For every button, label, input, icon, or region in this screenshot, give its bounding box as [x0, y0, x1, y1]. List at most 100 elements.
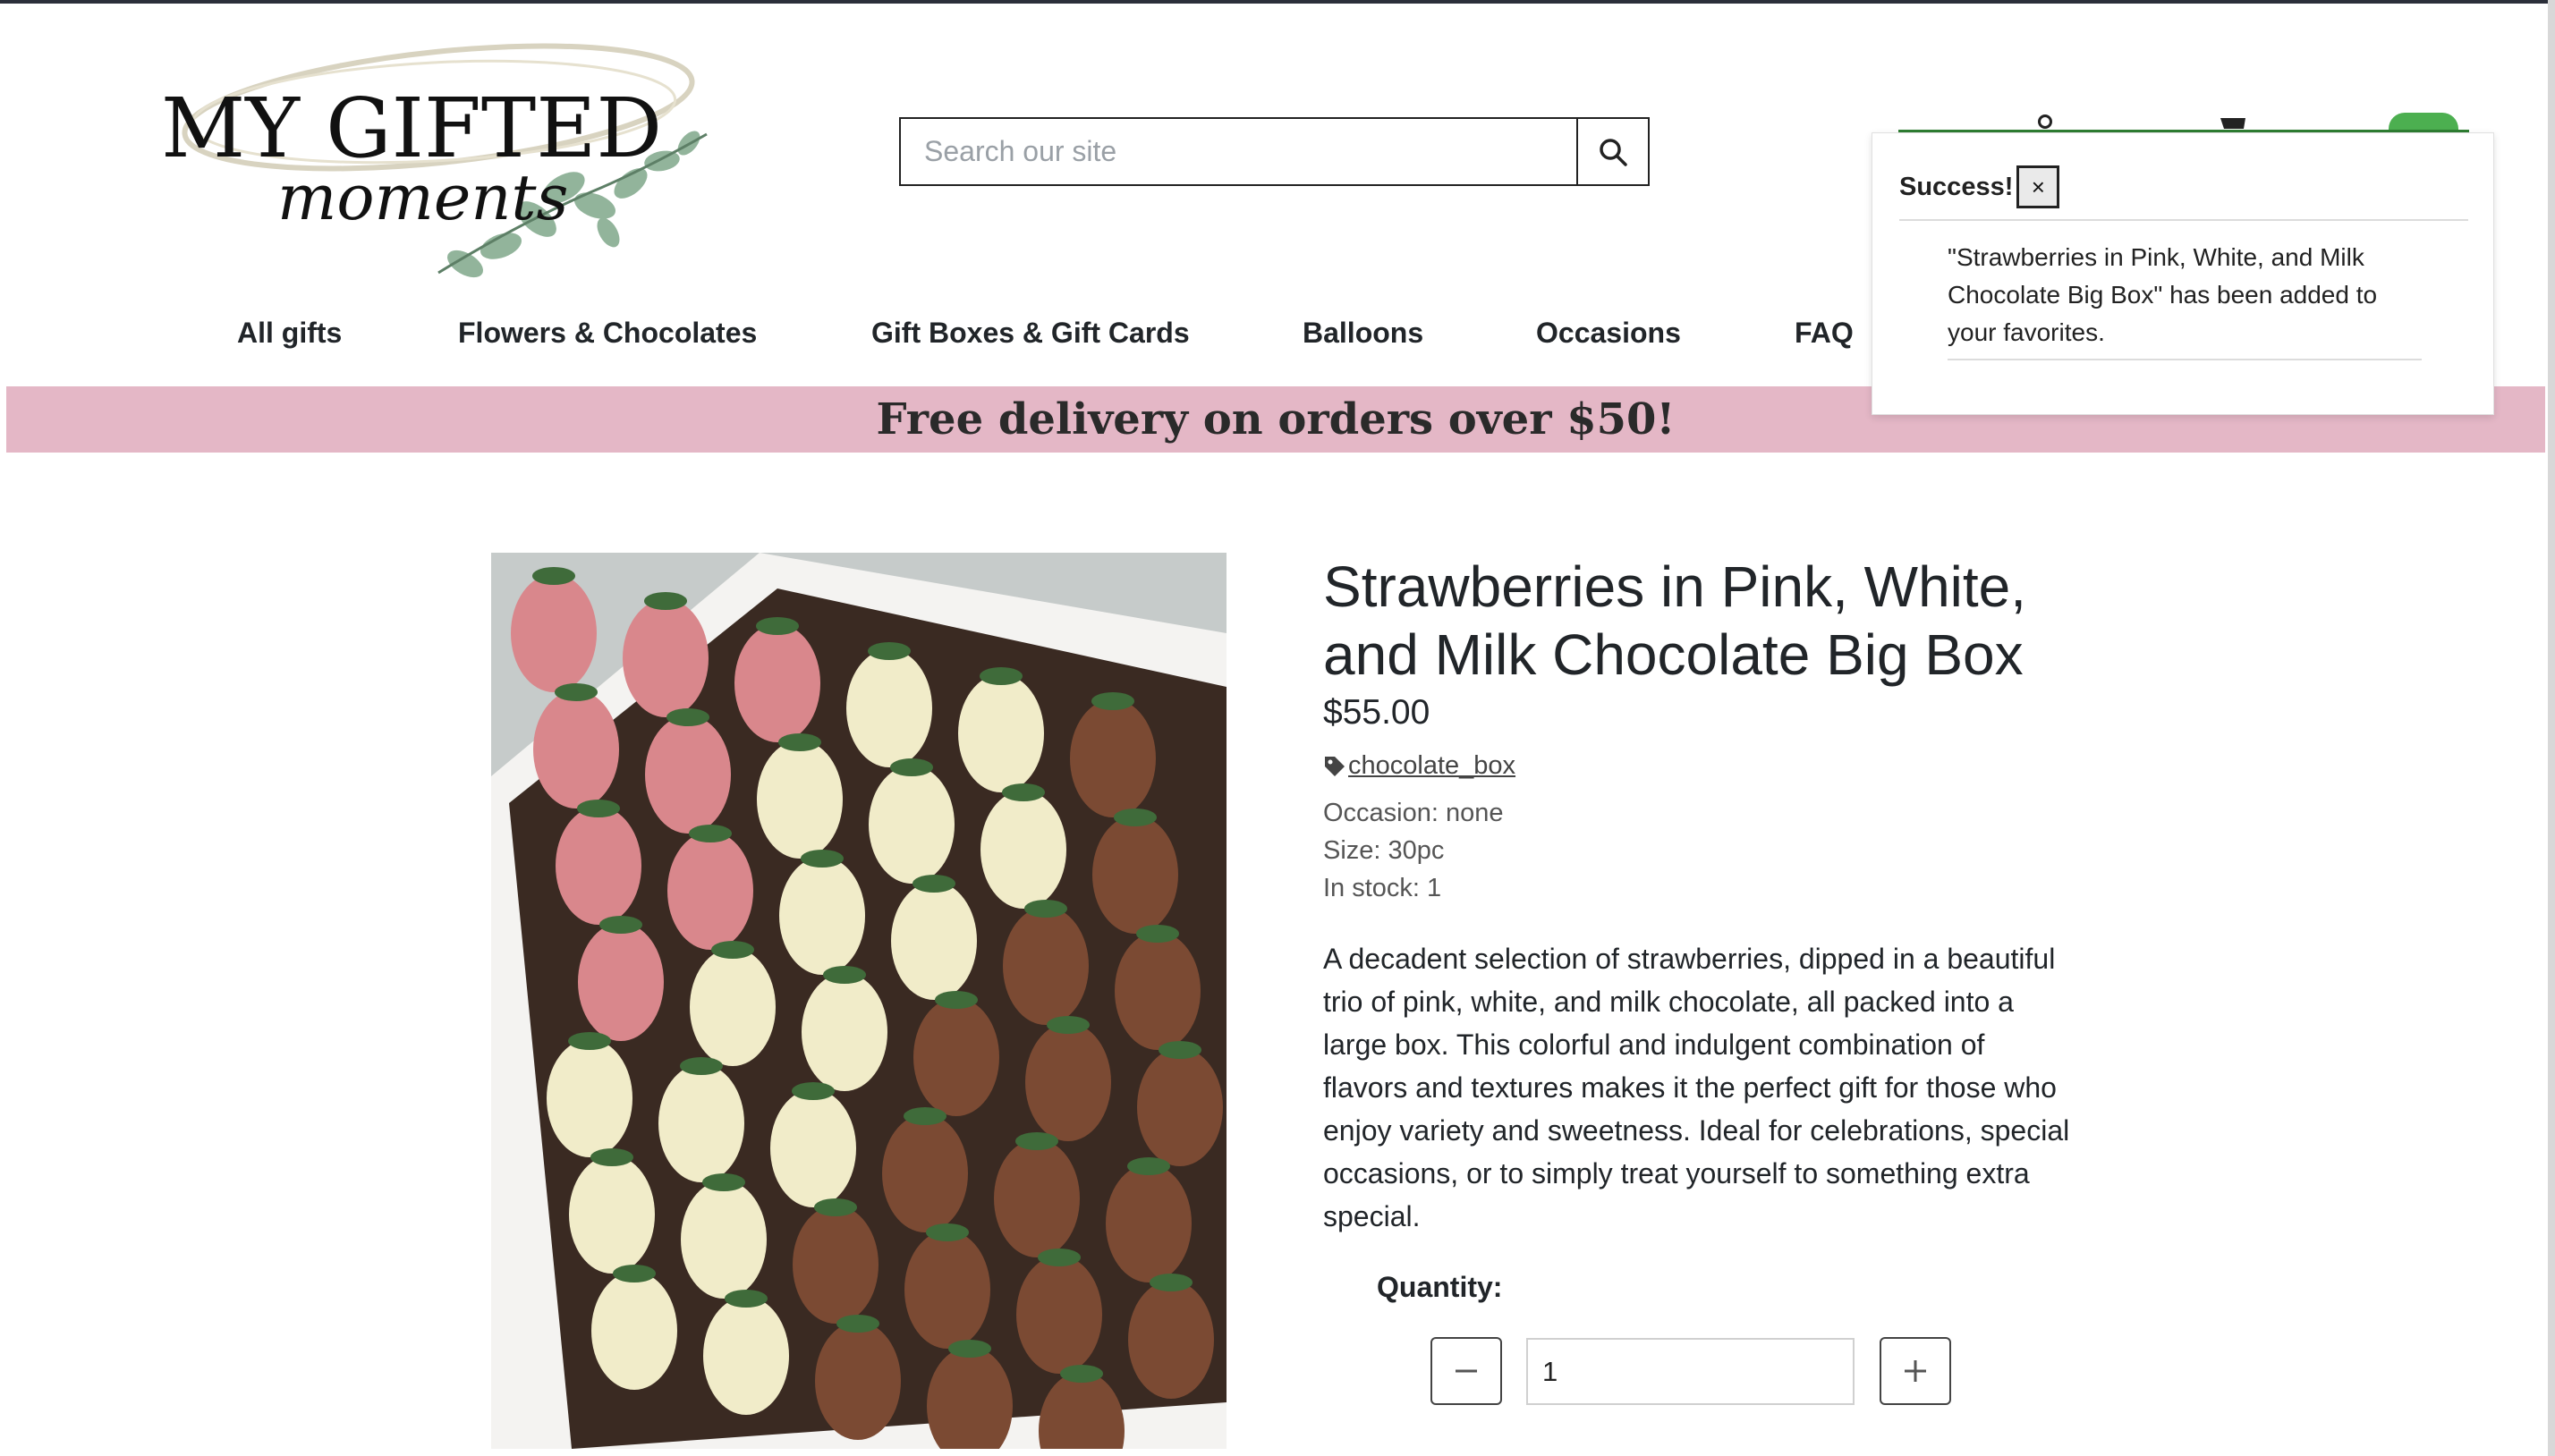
strawberry-leaf	[1127, 1157, 1170, 1175]
quantity-label: Quantity:	[1377, 1271, 1503, 1303]
strawberry	[511, 574, 597, 692]
strawberry-leaf	[890, 758, 933, 776]
nav-item-faq[interactable]: FAQ	[1795, 317, 1854, 350]
strawberry	[958, 674, 1044, 792]
strawberry-leaf	[778, 733, 821, 751]
close-icon[interactable]: ×	[2016, 165, 2060, 208]
product-title: Strawberries in Pink, White, and Milk Ch…	[1323, 554, 2027, 687]
strawberry-leaf	[1136, 925, 1179, 943]
strawberry-leaf	[814, 1198, 857, 1216]
strawberry	[869, 766, 955, 884]
strawberry	[994, 1139, 1080, 1257]
quantity-decrease-button[interactable]	[1430, 1337, 1502, 1405]
strawberry-leaf	[756, 617, 799, 635]
toast-message: "Strawberries in Pink, White, and Milk C…	[1948, 239, 2422, 360]
product-price: $55.00	[1323, 693, 1430, 732]
search-button[interactable]	[1576, 117, 1650, 186]
strawberry-leaf	[926, 1223, 969, 1241]
strawberry	[846, 649, 932, 767]
strawberry	[882, 1114, 968, 1232]
product-tag[interactable]: chocolate_box	[1323, 751, 1515, 781]
strawberry	[1025, 1023, 1111, 1141]
strawberry	[547, 1039, 632, 1157]
product-image[interactable]	[491, 553, 1227, 1449]
strawberry	[703, 1297, 789, 1415]
logo-graphic: MY GIFTED moments	[161, 43, 708, 278]
strawberry-leaf	[590, 1148, 633, 1166]
strawberry-leaf	[792, 1082, 835, 1100]
strawberry	[734, 624, 820, 742]
strawberry-leaf	[599, 916, 642, 934]
strawberry-leaf	[725, 1290, 768, 1308]
strawberry	[578, 923, 664, 1041]
strawberry	[623, 599, 709, 717]
strawberry-leaf	[1091, 692, 1134, 710]
strawberry	[1092, 816, 1178, 934]
window-top-border	[0, 0, 2555, 4]
strawberry-leaf	[532, 567, 575, 585]
strawberry	[904, 1231, 990, 1349]
strawberry	[913, 998, 999, 1116]
minus-icon	[1456, 1369, 1477, 1373]
scrollbar-track[interactable]	[2548, 0, 2555, 1456]
nav-item-gift-boxes-gift-cards[interactable]: Gift Boxes & Gift Cards	[871, 317, 1190, 350]
strawberry	[815, 1322, 901, 1440]
search-input[interactable]	[899, 117, 1577, 186]
plus-icon	[1905, 1360, 1926, 1382]
strawberry-leaf	[644, 592, 687, 610]
quantity-increase-button[interactable]	[1880, 1337, 1951, 1405]
nav-item-flowers-chocolates[interactable]: Flowers & Chocolates	[458, 317, 757, 350]
strawberry-leaf	[1150, 1274, 1193, 1291]
strawberry-leaf	[1038, 1249, 1081, 1266]
favorites-toast: Success! × "Strawberries in Pink, White,…	[1872, 132, 2494, 415]
nav-item-all-gifts[interactable]: All gifts	[237, 317, 342, 350]
strawberry	[645, 715, 731, 834]
strawberry	[667, 832, 753, 950]
strawberry	[1106, 1164, 1192, 1282]
nav-item-occasions[interactable]: Occasions	[1536, 317, 1681, 350]
strawberry-leaf	[702, 1173, 745, 1191]
strawberry-leaf	[1015, 1132, 1058, 1150]
strawberry-leaf	[1024, 900, 1067, 918]
strawberry-leaf	[577, 800, 620, 817]
strawberry	[980, 791, 1066, 909]
strawberry-leaf	[711, 941, 754, 959]
quantity-input[interactable]	[1526, 1338, 1855, 1405]
strawberry	[1128, 1281, 1214, 1399]
strawberry	[1070, 699, 1156, 817]
strawberry	[533, 690, 619, 808]
toast-title: Success!	[1899, 172, 2014, 201]
strawberry-leaf	[948, 1340, 991, 1358]
strawberry-leaf	[689, 825, 732, 842]
strawberry-leaf	[868, 642, 911, 660]
strawberry	[1003, 907, 1089, 1025]
product-stock: In stock: 1	[1323, 874, 1442, 902]
search-bar	[899, 117, 1650, 186]
site-logo[interactable]: MY GIFTED moments	[143, 27, 725, 295]
strawberry-leaf	[1114, 808, 1157, 826]
strawberry	[793, 1206, 879, 1324]
nav-item-balloons[interactable]: Balloons	[1303, 317, 1423, 350]
promo-banner-text: Free delivery on orders over $50!	[876, 394, 1676, 444]
tag-link[interactable]: chocolate_box	[1348, 751, 1515, 781]
strawberry-leaf	[801, 850, 844, 868]
user-icon[interactable]	[2038, 114, 2052, 129]
search-icon	[1600, 138, 1627, 166]
product-description: A decadent selection of strawberries, di…	[1323, 943, 2070, 1232]
strawberry	[569, 1155, 655, 1274]
strawberry-leaf	[1159, 1041, 1201, 1059]
strawberry	[770, 1089, 856, 1207]
strawberry	[779, 857, 865, 975]
strawberry	[802, 973, 887, 1091]
strawberry	[1016, 1256, 1102, 1374]
strawberry-leaf	[1060, 1365, 1103, 1383]
strawberry-leaf	[1047, 1016, 1090, 1034]
product-size: Size: 30pc	[1323, 836, 1445, 865]
strawberry-leaf	[613, 1265, 656, 1282]
strawberry-leaf	[823, 966, 866, 984]
strawberry-leaf	[666, 708, 709, 726]
product-occasion: Occasion: none	[1323, 799, 1504, 827]
strawberry	[1115, 932, 1201, 1050]
strawberry-leaf	[912, 875, 955, 893]
toast-header: Success! ×	[1899, 155, 2468, 221]
